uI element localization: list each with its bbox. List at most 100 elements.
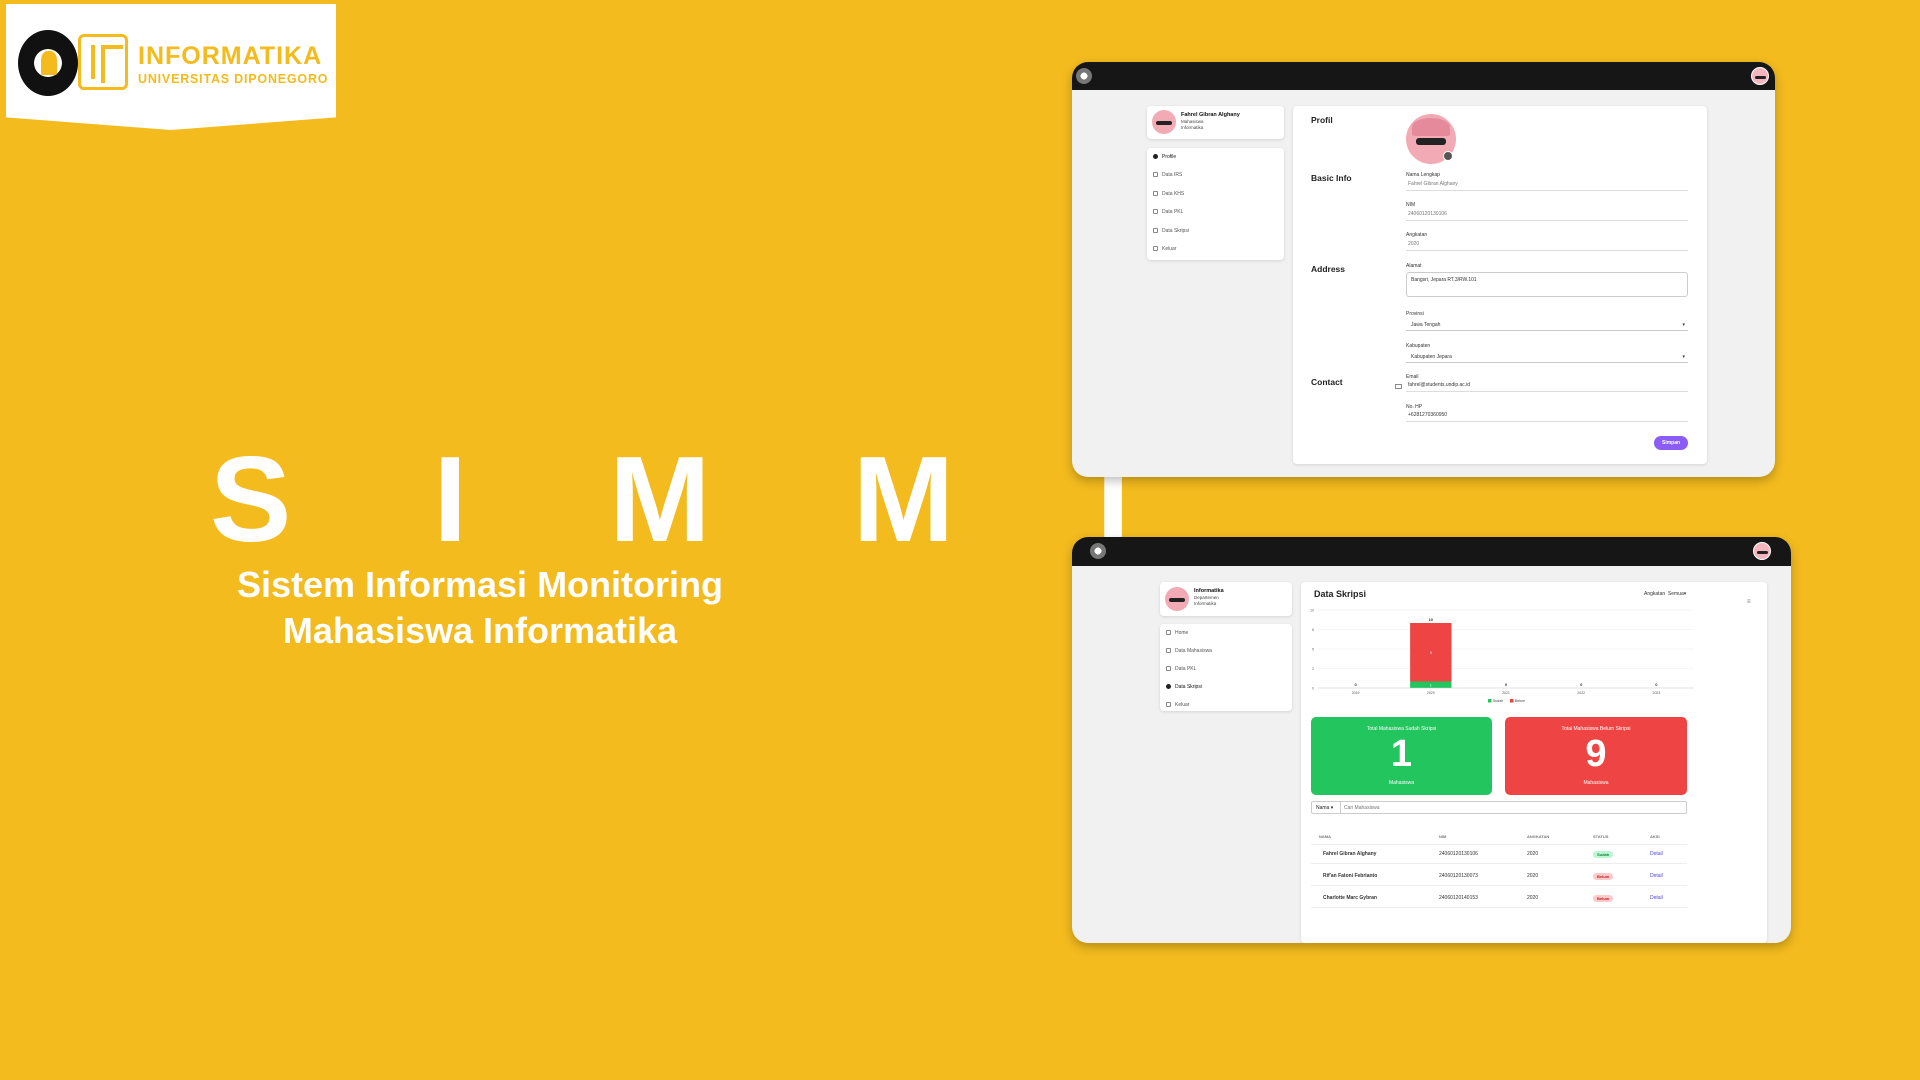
status-badge: Belum xyxy=(1593,895,1614,902)
email-field[interactable]: fahrel@students.undip.ac.id xyxy=(1406,382,1688,392)
cell-angkatan: 2020 xyxy=(1527,873,1539,879)
y-tick-label: 5 xyxy=(1312,648,1314,652)
user-role: Departemen Informatika xyxy=(1194,595,1254,607)
user-name: Fahrel Gibran Alghany xyxy=(1181,112,1240,118)
stat-card-belum: Total Mahasiswa Belum Skripsi 9 Mahasisw… xyxy=(1505,717,1687,795)
sidebar-item-label: Data Skripsi xyxy=(1175,684,1202,690)
sidebar-item-mahasiswa[interactable]: Data Mahasiswa xyxy=(1166,648,1212,654)
graduation-cap-icon xyxy=(1153,228,1158,233)
sidebar-item-pkl[interactable]: Data PKL xyxy=(1166,666,1196,672)
sidebar-item-label: Keluar xyxy=(1175,702,1190,708)
col-angkatan: ANGKATAN xyxy=(1527,834,1550,839)
divider xyxy=(1311,885,1687,886)
section-contact: Contact xyxy=(1311,377,1343,387)
user-dept-text: Informatika xyxy=(1181,125,1204,130)
user-avatar-icon[interactable] xyxy=(1753,542,1771,560)
stat-unit: Mahasiswa xyxy=(1388,780,1414,786)
total-label: 0 xyxy=(1655,682,1658,687)
user-icon xyxy=(1153,154,1158,159)
legend-swatch xyxy=(1510,699,1514,703)
detail-link[interactable]: Detail xyxy=(1650,851,1663,857)
alamat-label: Alamat xyxy=(1406,263,1422,269)
angkatan-field[interactable]: 2020 xyxy=(1406,241,1688,251)
hero-subtitle-line1: Sistem Informasi Monitoring xyxy=(236,564,724,605)
email-label: Email xyxy=(1406,374,1419,380)
save-button[interactable]: Simpan xyxy=(1654,436,1689,450)
user-name: Informatika xyxy=(1194,588,1224,594)
filter-label: Angkatan xyxy=(1644,591,1666,597)
sidebar-item-skripsi[interactable]: Data Skripsi xyxy=(1166,684,1202,690)
user-card: Fahrel Gibran Alghany Mahasiswa Informat… xyxy=(1147,106,1284,139)
detail-link[interactable]: Detail xyxy=(1650,895,1663,901)
sidebar-item-label: Data Mahasiswa xyxy=(1175,648,1212,654)
sidebar-item-irs[interactable]: Data IRS xyxy=(1153,172,1182,178)
search-input[interactable] xyxy=(1344,803,1644,812)
col-nim: NIM xyxy=(1439,834,1447,839)
divider xyxy=(1311,907,1687,908)
sidebar-item-skripsi[interactable]: Data Skripsi xyxy=(1153,228,1189,234)
sidebar-menu: Profile Data IRS Data KHS Data PKL Data … xyxy=(1147,148,1284,260)
brand-subtitle: UNIVERSITAS DIPONEGORO xyxy=(138,72,329,86)
search-type-value: Nama xyxy=(1316,805,1330,811)
search-bar: Nama ▾ xyxy=(1311,801,1687,814)
total-label: 0 xyxy=(1580,682,1583,687)
detail-link[interactable]: Detail xyxy=(1650,873,1663,879)
x-tick-label: 2022 xyxy=(1577,691,1585,695)
y-tick-label: 10 xyxy=(1310,609,1314,613)
sidebar-item-keluar[interactable]: Keluar xyxy=(1153,246,1176,252)
undip-logo-icon[interactable] xyxy=(1090,543,1106,559)
user-avatar-icon[interactable] xyxy=(1751,67,1769,85)
filter-value: Semua xyxy=(1667,591,1684,597)
top-navbar xyxy=(1072,62,1775,90)
stat-card-sudah: Total Mahasiswa Sudah Skripsi 1 Mahasisw… xyxy=(1311,717,1492,795)
col-nama: NAMA xyxy=(1319,834,1331,839)
nama-field[interactable]: Fahrel Gibran Alghany xyxy=(1406,181,1688,191)
sidebar-item-khs[interactable]: Data KHS xyxy=(1153,191,1184,197)
total-label: 10 xyxy=(1429,617,1434,622)
sidebar-item-label: Home xyxy=(1175,630,1189,636)
section-profil: Profil xyxy=(1311,115,1333,125)
nim-label: NIM xyxy=(1406,202,1416,208)
status-badge: Sudah xyxy=(1593,851,1614,858)
cell-angkatan: 2020 xyxy=(1527,895,1539,901)
hp-field[interactable]: +6281270360950 xyxy=(1406,412,1688,422)
chevron-down-icon: ▾ xyxy=(1682,322,1685,328)
kabupaten-select[interactable]: Kabupaten Jepara ▾ xyxy=(1406,351,1688,363)
skripsi-content: Data Skripsi Angkatan Semua▾ ≡ 0 2 5 8 10 0 20… xyxy=(1301,582,1767,943)
y-tick-label: 8 xyxy=(1312,628,1314,632)
hero-title: S I M M I xyxy=(210,431,1184,567)
sidebar-item-label: Data PKL xyxy=(1162,209,1184,215)
sidebar-item-label: Keluar xyxy=(1162,246,1177,252)
provinsi-select[interactable]: Jawa Tengah ▾ xyxy=(1406,319,1688,331)
cell-nama: Rif'an Fatoni Febrianto xyxy=(1323,873,1378,879)
legend-label: Sudah xyxy=(1493,699,1503,703)
sidebar-item-keluar[interactable]: Keluar xyxy=(1166,702,1189,708)
camera-icon[interactable] xyxy=(1443,151,1453,161)
sidebar-item-home[interactable]: Home xyxy=(1166,630,1188,636)
provinsi-value: Jawa Tengah xyxy=(1411,322,1441,328)
search-type-select[interactable]: Nama ▾ xyxy=(1312,802,1341,813)
briefcase-icon xyxy=(1153,209,1158,214)
x-tick-label: 2020 xyxy=(1427,691,1435,695)
nim-field[interactable]: 24060120130106 xyxy=(1406,211,1688,221)
angkatan-filter[interactable]: Angkatan Semua▾ xyxy=(1644,591,1686,597)
alamat-textarea[interactable]: Bangsri, Jepara RT.3/RW.101 xyxy=(1406,272,1688,297)
profile-window: Fahrel Gibran Alghany Mahasiswa Informat… xyxy=(1072,62,1775,477)
sidebar-item-pkl[interactable]: Data PKL xyxy=(1153,209,1183,215)
sidebar-item-label: Profile xyxy=(1162,154,1177,160)
sidebar-item-label: Data IRS xyxy=(1162,172,1183,178)
hero-subtitle: Sistem Informasi Monitoring Mahasiswa In… xyxy=(180,562,780,654)
hp-label: No. HP xyxy=(1406,404,1423,410)
stat-value: 9 xyxy=(1585,733,1607,775)
cell-nim: 24060120140153 xyxy=(1439,895,1478,901)
cell-angkatan: 2020 xyxy=(1527,851,1539,857)
col-aksi: AKSI xyxy=(1650,834,1660,839)
legend-swatch xyxy=(1488,699,1492,703)
col-status: STATUS xyxy=(1593,834,1609,839)
undip-logo-icon[interactable] xyxy=(1076,68,1092,84)
logo-banner: INFORMATIKA UNIVERSITAS DIPONEGORO xyxy=(6,4,336,130)
y-tick-label: 0 xyxy=(1312,687,1314,691)
sidebar-item-profile[interactable]: Profile xyxy=(1153,154,1176,160)
if-logo-icon xyxy=(78,34,128,90)
profile-form: Profil Basic Info Nama Lengkap Fahrel Gi… xyxy=(1293,106,1707,464)
